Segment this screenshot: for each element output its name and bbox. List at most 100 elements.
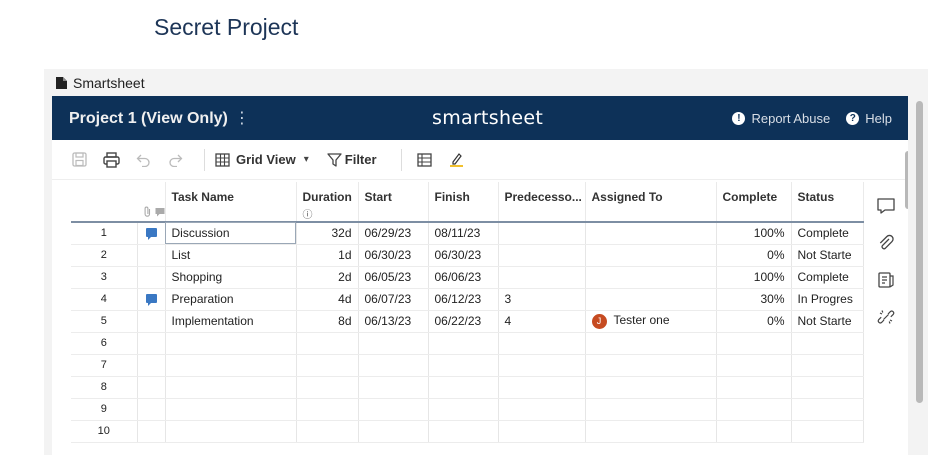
start-cell[interactable]: 06/29/23 [358, 222, 429, 245]
duration-cell[interactable] [296, 420, 359, 443]
finish-cell[interactable] [428, 376, 499, 399]
task-name-cell[interactable]: Shopping [165, 266, 297, 289]
grid-scroll-thumb[interactable] [905, 151, 908, 209]
task-name-cell[interactable]: Implementation [165, 310, 297, 333]
highlight-button[interactable] [444, 146, 470, 174]
finish-cell[interactable]: 08/11/23 [428, 222, 499, 245]
predecessors-cell[interactable] [498, 266, 586, 289]
task-name-cell[interactable]: Discussion [165, 222, 297, 245]
table-row[interactable]: 3 Shopping 2d 06/05/23 06/06/23 100% Complete [71, 266, 864, 289]
status-cell[interactable] [791, 332, 864, 355]
filter-button[interactable]: Filter [327, 146, 377, 174]
status-cell[interactable]: Complete [791, 266, 864, 289]
table-row[interactable]: 1 Discussion 32d 06/29/23 08/11/23 100% Comple… [71, 222, 864, 245]
predecessors-cell[interactable] [498, 420, 586, 443]
table-row[interactable]: 7 [71, 354, 864, 377]
finish-cell[interactable] [428, 332, 499, 355]
row-comment-indicator[interactable] [137, 222, 166, 245]
task-name-cell[interactable] [165, 420, 297, 443]
complete-cell[interactable]: 100% [716, 222, 792, 245]
finish-cell[interactable]: 06/12/23 [428, 288, 499, 311]
assigned-to-cell[interactable] [585, 398, 717, 421]
duration-cell[interactable]: 8d [296, 310, 359, 333]
predecessors-cell[interactable] [498, 398, 586, 421]
complete-cell[interactable] [716, 354, 792, 377]
duration-cell[interactable] [296, 354, 359, 377]
undo-button[interactable] [130, 146, 156, 174]
predecessors-cell[interactable] [498, 376, 586, 399]
task-name-cell[interactable] [165, 398, 297, 421]
status-header[interactable]: Status [791, 182, 864, 223]
table-row[interactable]: 5 Implementation 8d 06/13/23 06/22/23 4 J Teste… [71, 310, 864, 333]
task-name-cell[interactable] [165, 354, 297, 377]
duration-cell[interactable]: 32d [296, 222, 359, 245]
grid-view-dropdown[interactable]: Grid View ▾ [215, 146, 309, 174]
grid-vertical-scrollbar[interactable] [905, 151, 908, 431]
predecessors-cell[interactable]: 4 [498, 310, 586, 333]
table-row[interactable]: 10 [71, 420, 864, 443]
start-cell[interactable]: 06/30/23 [358, 244, 429, 267]
start-header[interactable]: Start [358, 182, 429, 223]
status-cell[interactable] [791, 354, 864, 377]
complete-cell[interactable] [716, 420, 792, 443]
assigned-to-cell[interactable] [585, 244, 717, 267]
task-name-cell[interactable]: List [165, 244, 297, 267]
assigned-to-cell[interactable] [585, 222, 717, 245]
duration-cell[interactable]: 2d [296, 266, 359, 289]
table-row[interactable]: 9 [71, 398, 864, 421]
finish-header[interactable]: Finish [428, 182, 499, 223]
complete-cell[interactable] [716, 398, 792, 421]
kebab-menu-icon[interactable]: ⋮ [234, 110, 250, 127]
predecessors-cell[interactable]: 3 [498, 288, 586, 311]
status-cell[interactable]: Not Starte [791, 244, 864, 267]
finish-cell[interactable] [428, 354, 499, 377]
print-button[interactable] [98, 146, 124, 174]
sheet-title[interactable]: Project 1 (View Only) ⋮ [69, 108, 250, 128]
assigned-to-cell[interactable] [585, 266, 717, 289]
start-cell[interactable]: 06/07/23 [358, 288, 429, 311]
finish-cell[interactable]: 06/30/23 [428, 244, 499, 267]
assigned-to-header[interactable]: Assigned To [585, 182, 717, 223]
row-view-button[interactable] [412, 146, 438, 174]
status-cell[interactable] [791, 398, 864, 421]
assigned-to-cell[interactable]: J Tester one [585, 310, 717, 333]
cell-links-icon[interactable] [876, 307, 896, 327]
start-cell[interactable] [358, 332, 429, 355]
complete-cell[interactable]: 0% [716, 244, 792, 267]
start-cell[interactable] [358, 376, 429, 399]
complete-cell[interactable]: 100% [716, 266, 792, 289]
finish-cell[interactable] [428, 420, 499, 443]
status-cell[interactable]: In Progres [791, 288, 864, 311]
start-cell[interactable] [358, 398, 429, 421]
assigned-to-cell[interactable] [585, 332, 717, 355]
report-abuse-link[interactable]: ! Report Abuse [732, 111, 830, 126]
assigned-to-cell[interactable] [585, 420, 717, 443]
start-cell[interactable] [358, 420, 429, 443]
help-link[interactable]: ? Help [846, 111, 892, 126]
predecessors-cell[interactable] [498, 354, 586, 377]
status-cell[interactable] [791, 420, 864, 443]
finish-cell[interactable] [428, 398, 499, 421]
complete-cell[interactable]: 30% [716, 288, 792, 311]
assigned-to-cell[interactable] [585, 376, 717, 399]
task-name-header[interactable]: Task Name [165, 182, 297, 223]
comment-icon[interactable] [145, 228, 157, 241]
table-row[interactable]: 6 [71, 332, 864, 355]
finish-cell[interactable]: 06/06/23 [428, 266, 499, 289]
start-cell[interactable] [358, 354, 429, 377]
status-cell[interactable]: Not Starte [791, 310, 864, 333]
conversations-icon[interactable] [876, 196, 896, 216]
status-cell[interactable]: Complete [791, 222, 864, 245]
status-cell[interactable] [791, 376, 864, 399]
predecessors-header[interactable]: Predecesso... [498, 182, 586, 223]
start-cell[interactable]: 06/05/23 [358, 266, 429, 289]
redo-button[interactable] [162, 146, 188, 174]
complete-cell[interactable] [716, 376, 792, 399]
duration-cell[interactable] [296, 376, 359, 399]
complete-cell[interactable] [716, 332, 792, 355]
predecessors-cell[interactable] [498, 332, 586, 355]
duration-cell[interactable]: 4d [296, 288, 359, 311]
start-cell[interactable]: 06/13/23 [358, 310, 429, 333]
duration-cell[interactable] [296, 398, 359, 421]
complete-cell[interactable]: 0% [716, 310, 792, 333]
